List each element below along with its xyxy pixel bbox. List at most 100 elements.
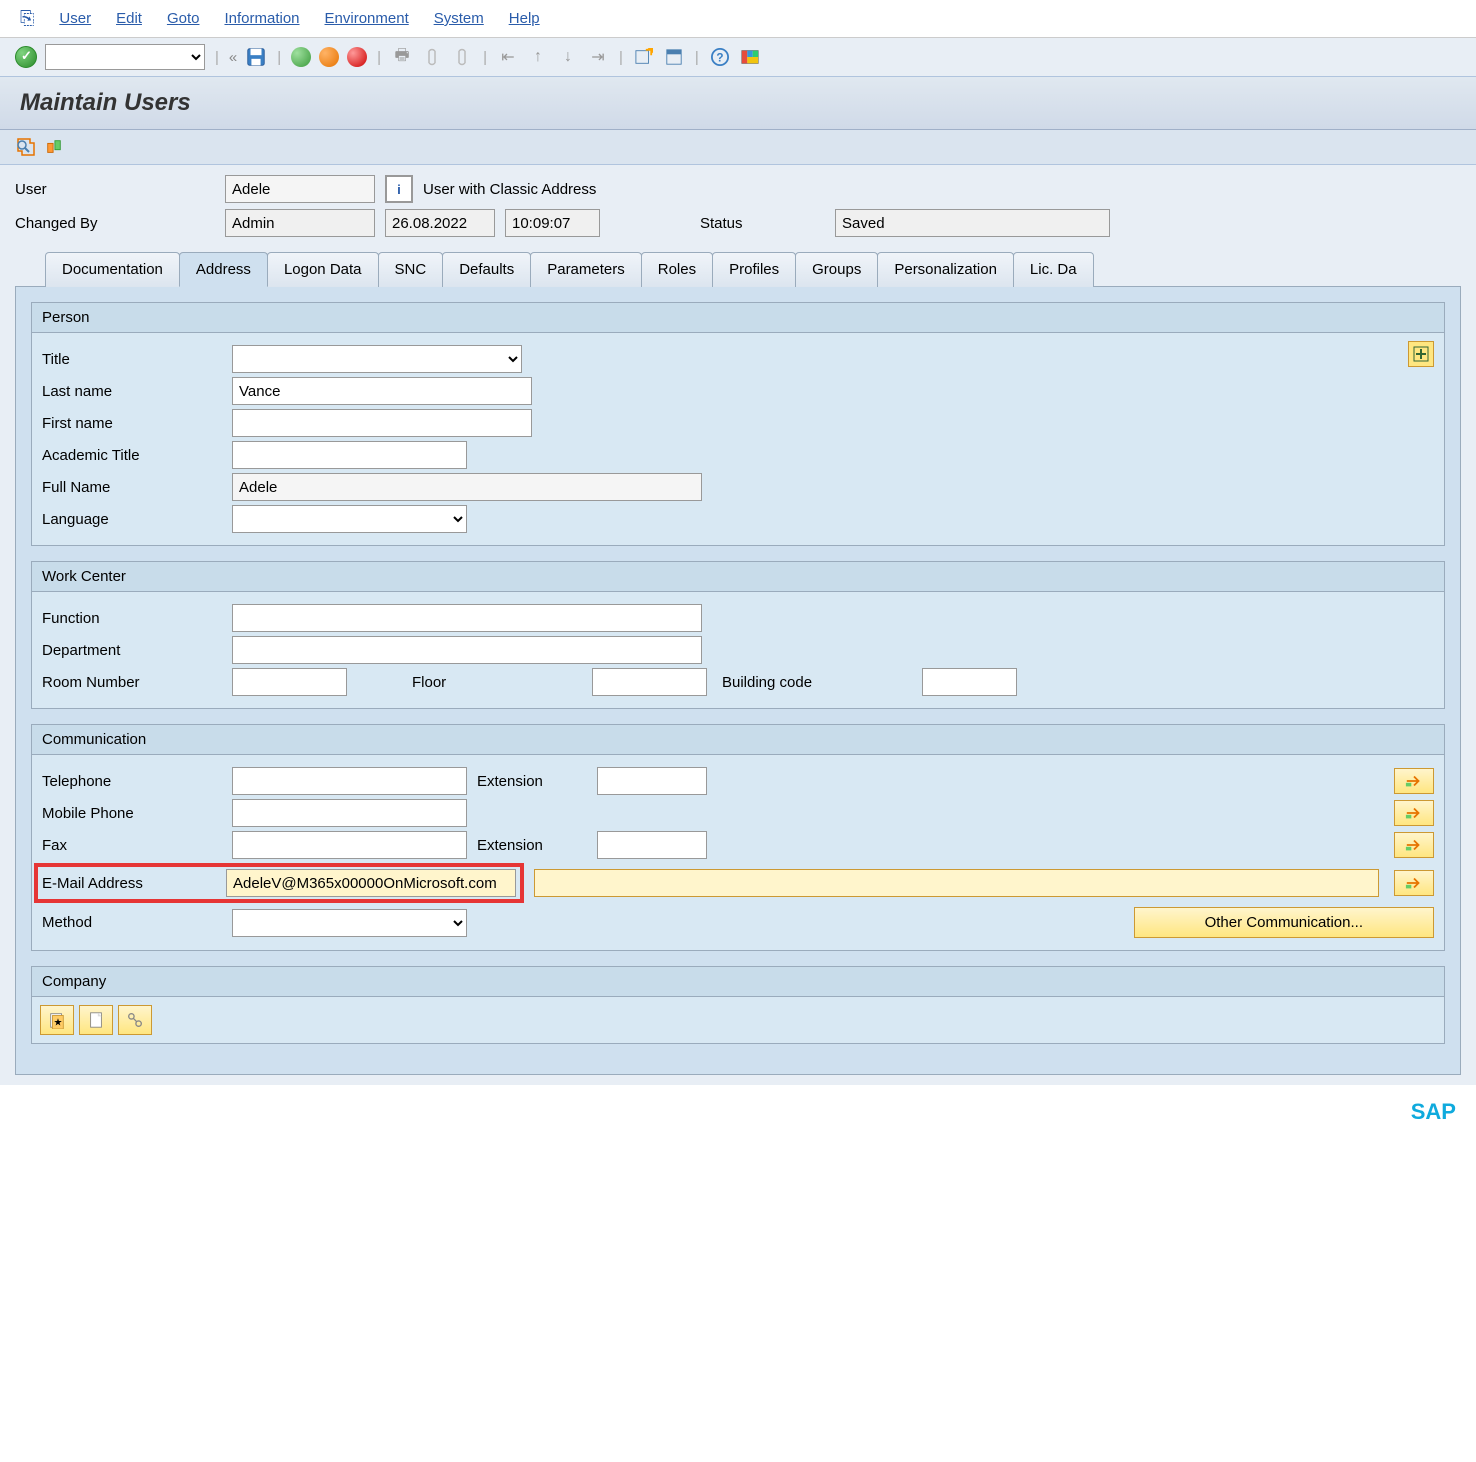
shortcut-icon[interactable]: [663, 46, 685, 68]
menu-environment[interactable]: Environment: [325, 10, 409, 27]
mobile-more-button[interactable]: [1394, 800, 1434, 826]
function-field[interactable]: [232, 604, 702, 632]
fax-field[interactable]: [232, 831, 467, 859]
person-group-title: Person: [32, 303, 1444, 333]
separator: |: [375, 49, 383, 66]
tab-groups[interactable]: Groups: [795, 252, 878, 287]
menu-information[interactable]: Information: [224, 10, 299, 27]
fax-extension-field[interactable]: [597, 831, 707, 859]
language-label: Language: [42, 511, 222, 528]
company-group-title: Company: [32, 967, 1444, 997]
separator: |: [693, 49, 701, 66]
room-number-field[interactable]: [232, 668, 347, 696]
telephone-more-button[interactable]: [1394, 768, 1434, 794]
building-code-label: Building code: [722, 674, 812, 691]
work-center-group-title: Work Center: [32, 562, 1444, 592]
building-code-field[interactable]: [922, 668, 1017, 696]
language-select[interactable]: [232, 505, 467, 533]
print-icon: 🖶: [391, 46, 413, 68]
info-button[interactable]: i: [385, 175, 413, 203]
back-double-icon[interactable]: «: [229, 49, 237, 66]
mobile-phone-field[interactable]: [232, 799, 467, 827]
save-icon[interactable]: [245, 46, 267, 68]
tab-address[interactable]: Address: [179, 252, 268, 287]
status-label: Status: [700, 215, 825, 232]
menubar: ⎘ User Edit Goto Information Environment…: [0, 0, 1476, 38]
company-group: Company ★: [31, 966, 1445, 1044]
tab-profiles[interactable]: Profiles: [712, 252, 796, 287]
command-field[interactable]: [45, 44, 205, 70]
floor-field[interactable]: [592, 668, 707, 696]
subtoolbar: [0, 130, 1476, 165]
help-icon[interactable]: ?: [709, 46, 731, 68]
menu-system[interactable]: System: [434, 10, 484, 27]
department-field[interactable]: [232, 636, 702, 664]
layout-icon[interactable]: [739, 46, 761, 68]
room-number-label: Room Number: [42, 674, 222, 691]
titlebar: Maintain Users: [0, 77, 1476, 130]
menu-goto[interactable]: Goto: [167, 10, 200, 27]
changed-time-field: [505, 209, 600, 237]
toolbar: | « | | 🖶 | ⇤ ↑ ↓ ⇥ | | ?: [0, 38, 1476, 77]
function-label: Function: [42, 610, 222, 627]
reference-icon[interactable]: [43, 136, 65, 158]
find-icon: [421, 46, 443, 68]
tab-documentation[interactable]: Documentation: [45, 252, 180, 287]
title-select[interactable]: [232, 345, 522, 373]
email-extended-bar: [534, 869, 1379, 897]
changed-by-label: Changed By: [15, 215, 215, 232]
tel-extension-field[interactable]: [597, 767, 707, 795]
expand-person-button[interactable]: [1408, 341, 1434, 367]
work-center-group: Work Center Function Department Room Num…: [31, 561, 1445, 709]
company-new-button[interactable]: [79, 1005, 113, 1035]
company-assign-button[interactable]: ★: [40, 1005, 74, 1035]
cancel-button[interactable]: [347, 47, 367, 67]
email-field[interactable]: [226, 869, 516, 897]
academic-title-field[interactable]: [232, 441, 467, 469]
separator: |: [275, 49, 283, 66]
tab-personalization[interactable]: Personalization: [877, 252, 1014, 287]
enter-button[interactable]: [15, 46, 37, 68]
method-select[interactable]: [232, 909, 467, 937]
tab-snc[interactable]: SNC: [378, 252, 444, 287]
new-session-icon[interactable]: [633, 46, 655, 68]
communication-group-title: Communication: [32, 725, 1444, 755]
academic-title-label: Academic Title: [42, 447, 222, 464]
first-name-label: First name: [42, 415, 222, 432]
first-name-field[interactable]: [232, 409, 532, 437]
fax-more-button[interactable]: [1394, 832, 1434, 858]
fax-extension-label: Extension: [477, 837, 587, 854]
full-name-field[interactable]: [232, 473, 702, 501]
page-title: Maintain Users: [20, 89, 1456, 117]
telephone-label: Telephone: [42, 773, 222, 790]
form-area: User i User with Classic Address Changed…: [0, 165, 1476, 1085]
communication-group: Communication Telephone Extension Mobile…: [31, 724, 1445, 951]
back-button[interactable]: [291, 47, 311, 67]
email-more-button[interactable]: [1394, 870, 1434, 896]
exit-button[interactable]: [319, 47, 339, 67]
menu-edit[interactable]: Edit: [116, 10, 142, 27]
floor-label: Floor: [412, 674, 462, 691]
last-page-icon: ⇥: [587, 46, 609, 68]
full-name-label: Full Name: [42, 479, 222, 496]
tab-lic-data[interactable]: Lic. Da: [1013, 252, 1094, 287]
display-change-icon[interactable]: [15, 136, 37, 158]
separator: |: [481, 49, 489, 66]
telephone-field[interactable]: [232, 767, 467, 795]
tab-parameters[interactable]: Parameters: [530, 252, 642, 287]
user-field[interactable]: [225, 175, 375, 203]
user-label: User: [15, 181, 215, 198]
tab-defaults[interactable]: Defaults: [442, 252, 531, 287]
last-name-field[interactable]: [232, 377, 532, 405]
email-label: E-Mail Address: [42, 875, 216, 892]
tel-extension-label: Extension: [477, 773, 587, 790]
menu-user[interactable]: User: [59, 10, 91, 27]
company-link-button[interactable]: [118, 1005, 152, 1035]
menu-help[interactable]: Help: [509, 10, 540, 27]
fax-label: Fax: [42, 837, 222, 854]
separator: |: [213, 49, 221, 66]
separator: |: [617, 49, 625, 66]
other-communication-button[interactable]: Other Communication...: [1134, 907, 1434, 938]
tab-roles[interactable]: Roles: [641, 252, 713, 287]
tab-logon-data[interactable]: Logon Data: [267, 252, 379, 287]
